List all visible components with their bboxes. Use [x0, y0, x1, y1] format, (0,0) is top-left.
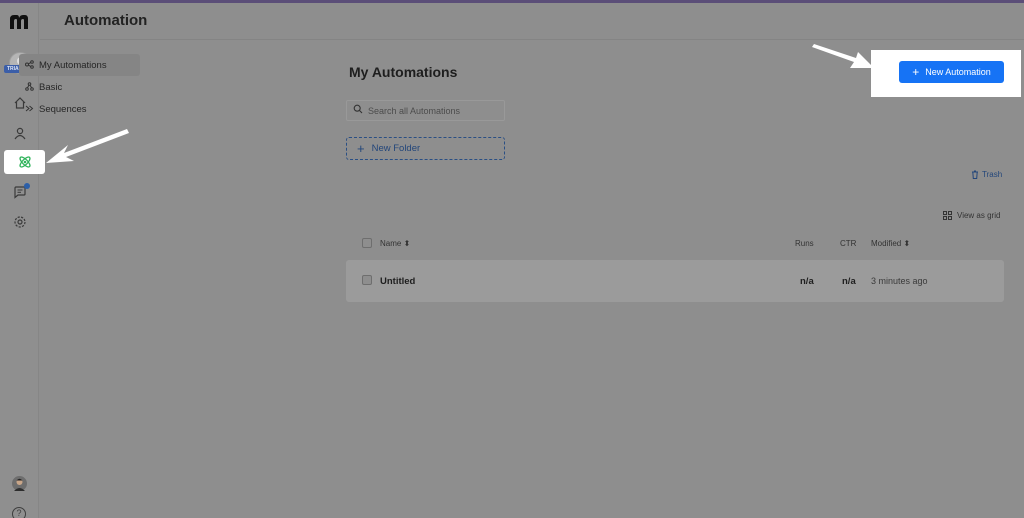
- subnav-item-my-automations[interactable]: My Automations: [19, 54, 140, 76]
- basic-icon: [25, 81, 35, 93]
- subnav-item-basic[interactable]: Basic: [19, 76, 140, 98]
- app-logo[interactable]: [9, 14, 29, 35]
- subnav-label: Basic: [39, 81, 63, 93]
- annotation-arrow-left: [46, 129, 129, 163]
- column-header-name[interactable]: Name ⬍: [380, 239, 410, 248]
- row-checkbox[interactable]: [362, 275, 372, 285]
- table-row[interactable]: Untitled n/a n/a 3 minutes ago: [346, 260, 1004, 302]
- search-icon: [353, 104, 363, 117]
- automation-name[interactable]: Untitled: [380, 276, 415, 287]
- trash-label: Trash: [982, 170, 1003, 179]
- subnav-label: Sequences: [39, 103, 87, 115]
- new-folder-button[interactable]: + New Folder: [346, 137, 505, 160]
- search-input[interactable]: [368, 105, 498, 116]
- new-folder-label: New Folder: [371, 143, 421, 154]
- sequences-icon: [25, 104, 35, 115]
- section-title: My Automations: [349, 64, 458, 80]
- new-automation-label: New Automation: [925, 67, 991, 77]
- user-avatar[interactable]: [12, 476, 27, 491]
- column-header-modified[interactable]: Modified ⬍: [871, 239, 910, 248]
- grid-icon: [943, 211, 952, 220]
- view-grid-label: View as grid: [957, 211, 1001, 220]
- search-field[interactable]: [346, 100, 505, 121]
- column-header-ctr: CTR: [840, 239, 857, 248]
- plus-icon: +: [912, 65, 920, 79]
- automation-icon: [18, 156, 31, 168]
- automation-nav-button[interactable]: [4, 150, 45, 174]
- notification-dot: [24, 183, 30, 189]
- plus-icon: +: [357, 141, 365, 156]
- select-all-checkbox[interactable]: [362, 238, 372, 248]
- trash-icon: [972, 170, 978, 179]
- runs-value: n/a: [800, 276, 814, 287]
- subnav-label: My Automations: [39, 59, 107, 71]
- trash-link[interactable]: Trash: [971, 170, 1002, 179]
- ctr-value: n/a: [842, 276, 856, 287]
- user-icon[interactable]: [10, 123, 30, 143]
- new-automation-button[interactable]: + New Automation: [899, 61, 1004, 83]
- help-icon[interactable]: ?: [12, 507, 26, 518]
- subnav-item-sequences[interactable]: Sequences: [19, 98, 140, 120]
- page-header: Automation: [40, 3, 1024, 40]
- column-header-runs: Runs: [795, 239, 814, 248]
- page-title: Automation: [64, 12, 148, 29]
- automation-icon: [25, 59, 35, 71]
- logo-mark: [10, 15, 28, 29]
- sort-icon: ⬍: [903, 239, 911, 248]
- sort-icon: ⬍: [403, 239, 411, 248]
- annotation-arrow-right: [812, 44, 874, 68]
- new-automation-highlight: + New Automation: [871, 50, 1021, 97]
- settings-icon[interactable]: [10, 212, 30, 232]
- modified-value: 3 minutes ago: [871, 276, 928, 286]
- view-as-grid-toggle[interactable]: View as grid: [943, 211, 1000, 220]
